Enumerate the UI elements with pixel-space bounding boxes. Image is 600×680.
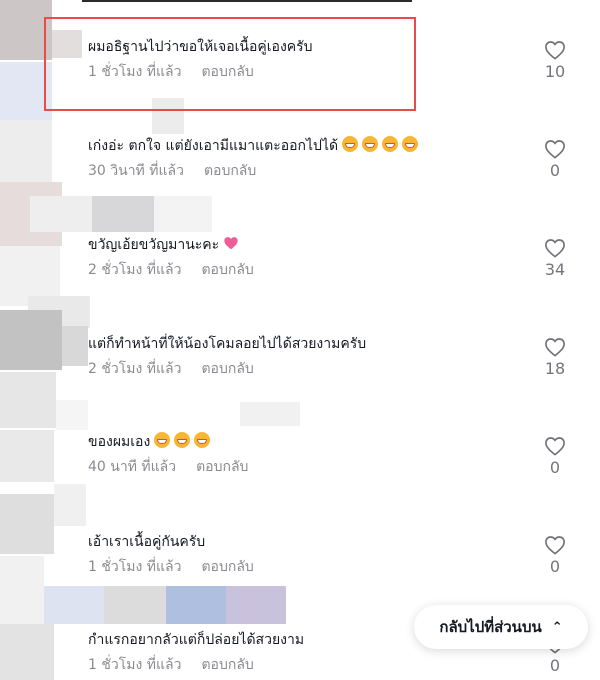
heart-outline-icon (545, 41, 565, 60)
comment-item: ขวัญเอ้ยขวัญมานะคะ 2 ชั่วโมง ที่แล้ว ตอบก… (88, 235, 600, 281)
heart-outline-icon (545, 437, 565, 456)
blurred-avatar (0, 430, 54, 482)
blurred-avatar (0, 624, 54, 680)
like-count: 10 (544, 62, 566, 81)
comment-meta: 30 วินาที ที่แล้ว ตอบกลับ (88, 160, 600, 182)
blurred-patch (30, 196, 92, 232)
comment-meta: 2 ชั่วโมง ที่แล้ว ตอบกลับ (88, 259, 600, 281)
grinning-emoji (342, 136, 359, 152)
grinning-emoji (154, 432, 171, 448)
blurred-avatar (0, 120, 52, 182)
comment-meta: 2 ชั่วโมง ที่แล้ว ตอบกลับ (88, 358, 600, 380)
like-button[interactable]: 10 (540, 40, 570, 81)
double-chevron-up-icon: ⌃ (551, 619, 563, 635)
blurred-patch (226, 586, 286, 624)
comment-text-body: ของผมเอง (88, 434, 151, 450)
pink-heart-emoji (223, 235, 239, 251)
blurred-patch (240, 402, 300, 426)
comment-time: 30 วินาที ที่แล้ว (88, 163, 184, 179)
like-count: 0 (549, 656, 561, 675)
grinning-emoji (382, 136, 399, 152)
comment-text: เอ้าเราเนื้อคู่กันครับ (88, 534, 206, 550)
comment-text: ของผมเอง (88, 432, 600, 452)
like-button[interactable]: 0 (540, 436, 570, 477)
comment-time: 2 ชั่วโมง ที่แล้ว (88, 262, 182, 278)
blurred-avatar (0, 556, 44, 624)
reply-button[interactable]: ตอบกลับ (201, 262, 253, 278)
heart-outline-icon (545, 536, 565, 555)
blurred-avatar (0, 310, 62, 370)
reply-button[interactable]: ตอบกลับ (204, 163, 256, 179)
reply-button[interactable]: ตอบกลับ (201, 361, 253, 377)
comment-text: ขวัญเอ้ยขวัญมานะคะ (88, 235, 600, 255)
heart-outline-icon (545, 338, 565, 357)
reply-button[interactable]: ตอบกลับ (201, 657, 253, 673)
comment-meta: 1 ชั่วโมง ที่แล้ว ตอบกลับ (88, 556, 600, 578)
comment-item: เก่งอ่ะ ตกใจ แต่ยังเอามีแมาแตะออกไปได้ 3… (88, 136, 600, 182)
like-button[interactable]: 34 (540, 238, 570, 279)
blurred-patch (62, 326, 88, 366)
grinning-emoji (402, 136, 419, 152)
comment-time: 40 นาที ที่แล้ว (88, 459, 177, 475)
blurred-patch (154, 196, 212, 232)
blurred-patch (104, 586, 166, 624)
comment-time: 1 ชั่วโมง ที่แล้ว (88, 657, 182, 673)
comment-text-body: ขวัญเอ้ยขวัญมานะคะ (88, 237, 220, 253)
tab-underline (82, 0, 412, 2)
blurred-avatar (0, 494, 54, 554)
like-count: 18 (544, 359, 566, 378)
comment-text: เก่งอ่ะ ตกใจ แต่ยังเอามีแมาแตะออกไปได้ (88, 136, 600, 156)
blurred-patch (56, 400, 88, 430)
like-count: 34 (544, 260, 566, 279)
reply-button[interactable]: ตอบกลับ (201, 559, 253, 575)
like-button[interactable]: 0 (540, 535, 570, 576)
comment-item: ของผมเอง 40 นาที ที่แล้ว ตอบกลับ (88, 432, 600, 478)
like-count: 0 (549, 161, 561, 180)
grinning-emoji (194, 432, 211, 448)
back-to-top-button[interactable]: กลับไปที่ส่วนบน ⌃ (414, 605, 588, 649)
comment-time: 2 ชั่วโมง ที่แล้ว (88, 361, 182, 377)
grinning-emoji (174, 432, 191, 448)
comment-item: เอ้าเราเนื้อคู่กันครับ 1 ชั่วโมง ที่แล้ว… (88, 532, 600, 578)
comment-text: แต่ก็ทำหน้าที่ให้น้องโคมลอยไปได้สวยงามคร… (88, 336, 367, 352)
highlight-box (44, 17, 416, 111)
comment-time: 1 ชั่วโมง ที่แล้ว (88, 559, 182, 575)
blurred-patch (44, 586, 104, 624)
blurred-patch (166, 586, 226, 624)
grinning-emoji (362, 136, 379, 152)
heart-outline-icon (545, 239, 565, 258)
back-to-top-label: กลับไปที่ส่วนบน (439, 618, 542, 636)
like-count: 0 (549, 458, 561, 477)
like-count: 0 (549, 557, 561, 576)
heart-outline-icon (545, 140, 565, 159)
comment-meta: 40 นาที ที่แล้ว ตอบกลับ (88, 456, 600, 478)
blurred-avatar (0, 372, 56, 428)
comment-text-body: เก่งอ่ะ ตกใจ แต่ยังเอามีแมาแตะออกไปได้ (88, 138, 339, 154)
blurred-patch (92, 196, 154, 232)
blurred-patch (54, 484, 86, 526)
reply-button[interactable]: ตอบกลับ (196, 459, 248, 475)
comment-item: แต่ก็ทำหน้าที่ให้น้องโคมลอยไปได้สวยงามคร… (88, 334, 600, 380)
comment-meta: 1 ชั่วโมง ที่แล้ว ตอบกลับ (88, 654, 600, 676)
like-button[interactable]: 18 (540, 337, 570, 378)
like-button[interactable]: 0 (540, 139, 570, 180)
